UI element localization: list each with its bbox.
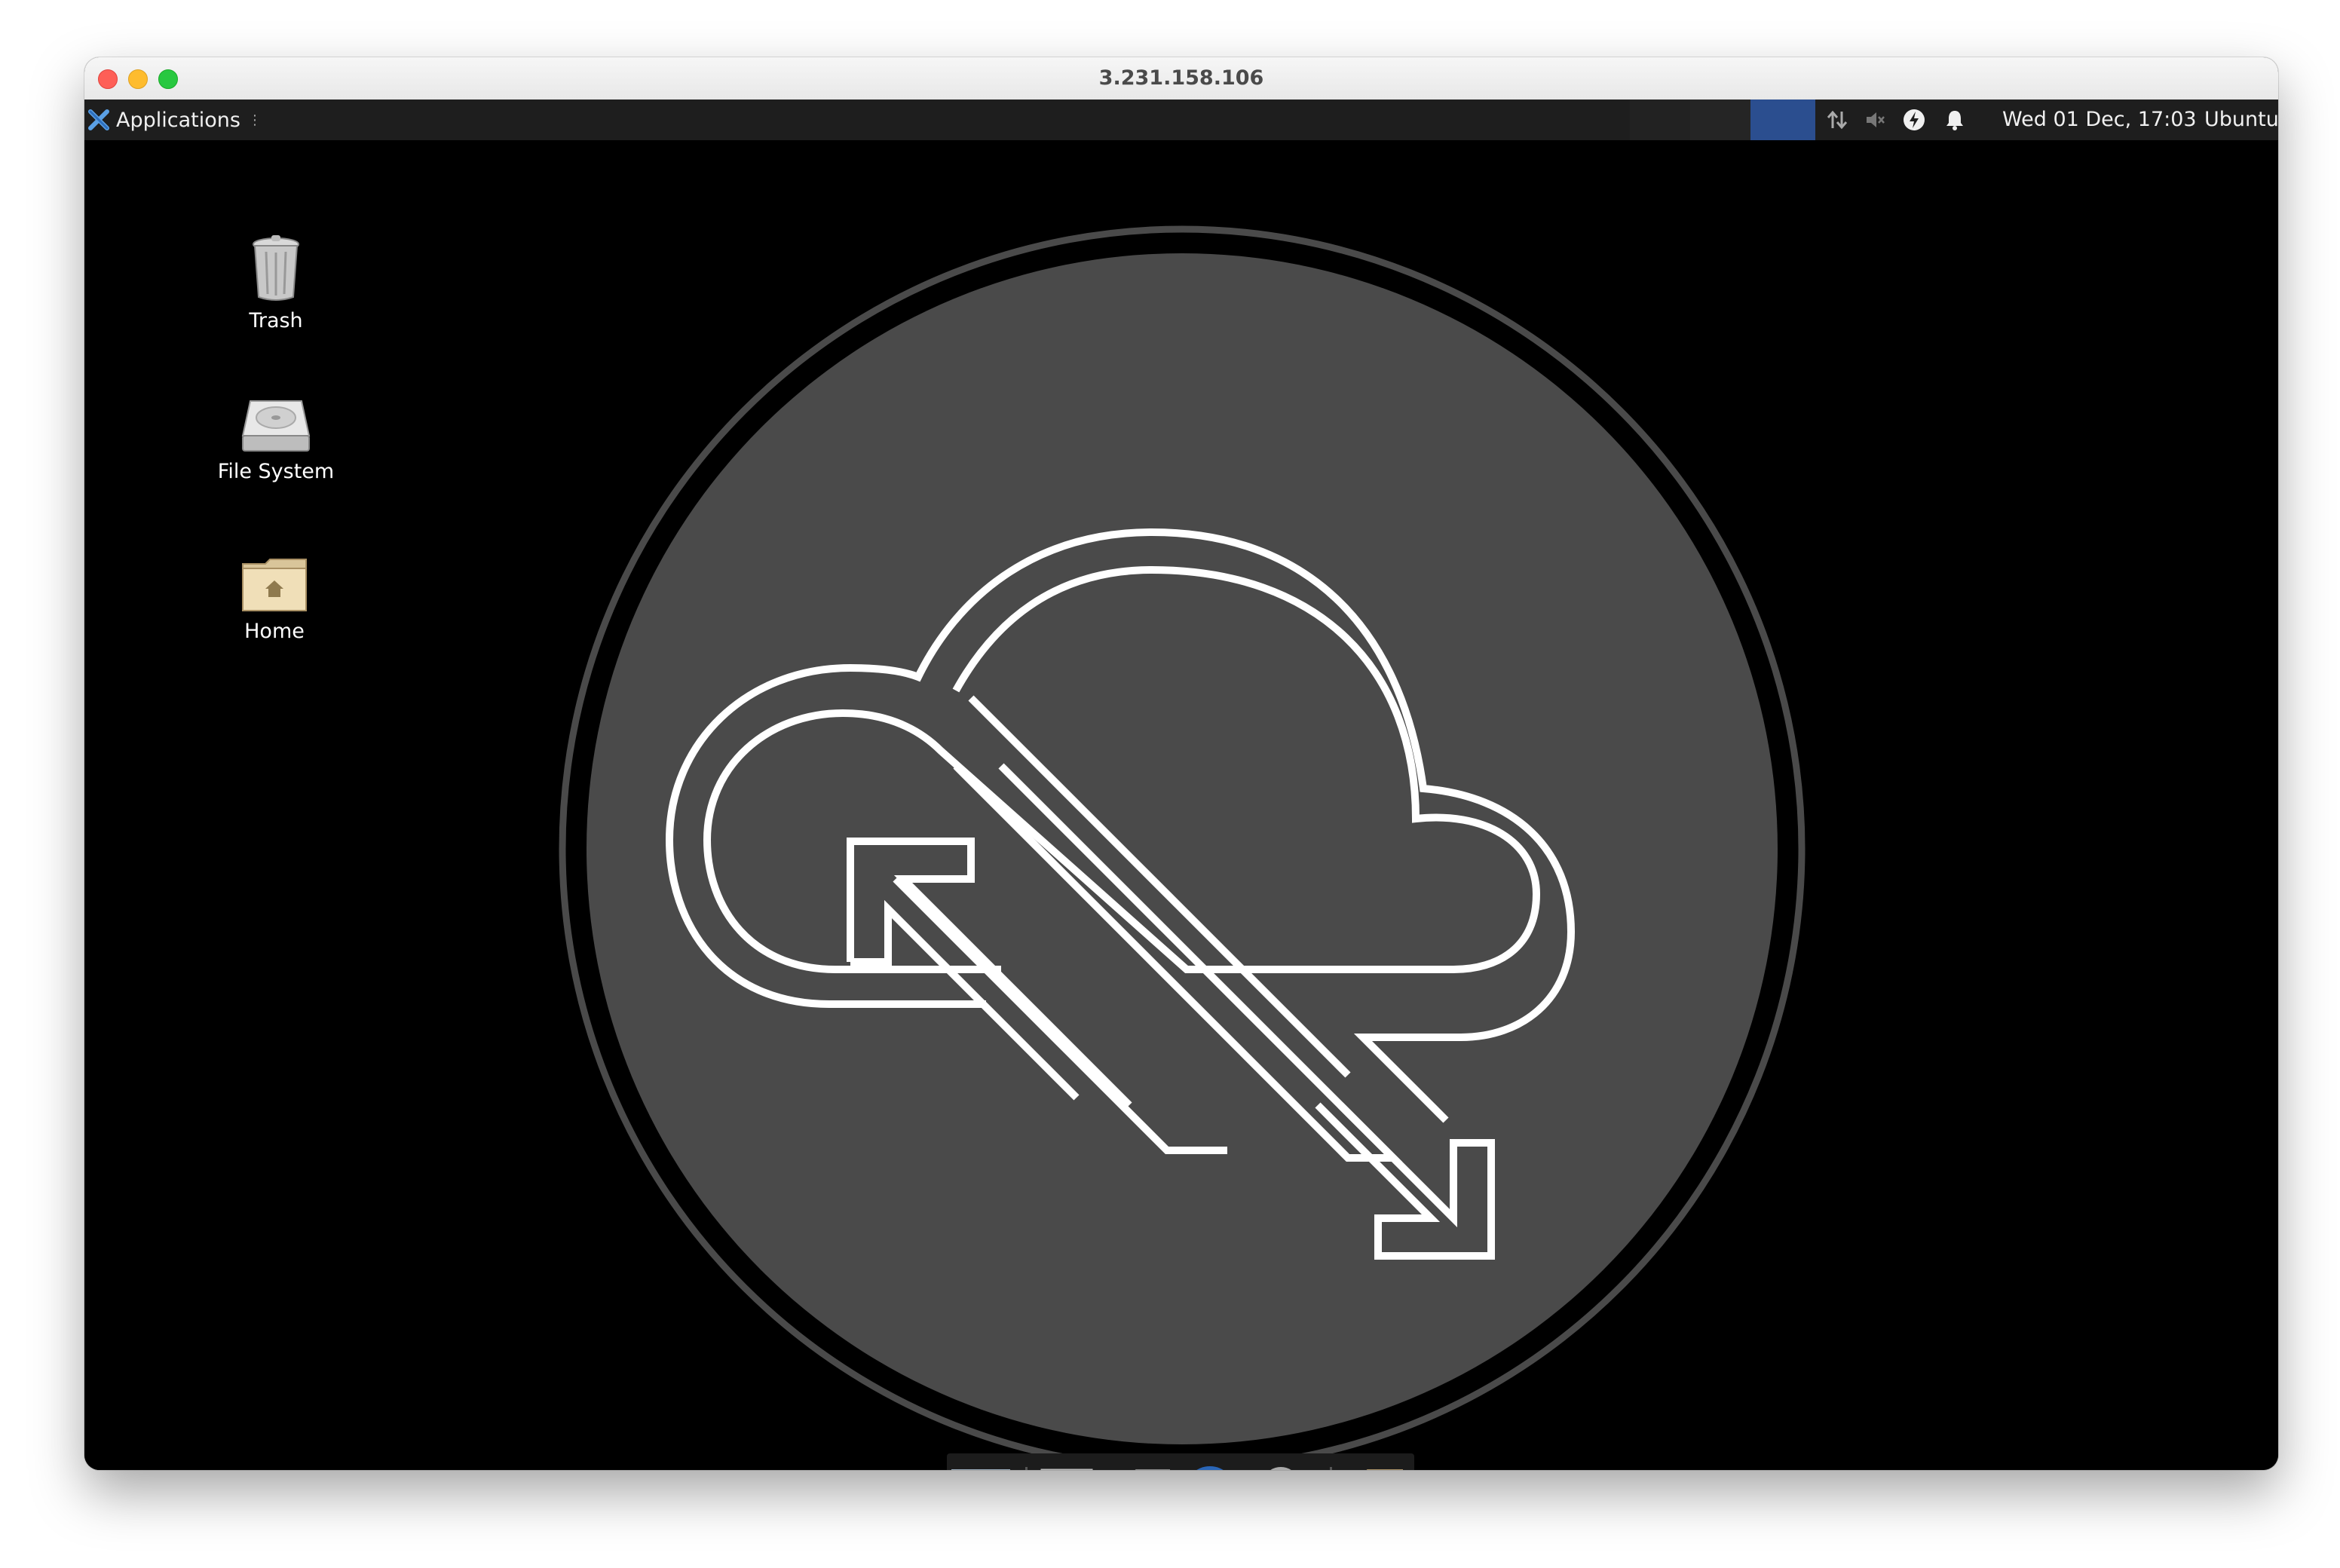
desktop-icon-label: File System	[217, 460, 335, 483]
desktop-icon-trash[interactable]: Trash	[216, 234, 336, 332]
window-titlebar[interactable]: 3.231.158.106	[84, 57, 2278, 100]
desktop-icon-label: Home	[244, 620, 305, 643]
folder-icon	[1366, 1469, 1403, 1470]
network-arrows-icon[interactable]	[1818, 100, 1856, 140]
workspace-active[interactable]	[1750, 100, 1815, 140]
applications-label: Applications	[116, 108, 240, 132]
workspace-1[interactable]	[1630, 100, 1690, 140]
dock-web-browser[interactable]	[1181, 1461, 1245, 1470]
terminal-icon: $	[1040, 1468, 1093, 1470]
dock-terminal[interactable]: $	[1034, 1461, 1099, 1470]
trash-icon	[253, 235, 299, 301]
dock-separator	[1025, 1467, 1028, 1470]
panel-grip-icon: ⋮	[247, 112, 262, 128]
applications-menu[interactable]: Applications ⋮	[87, 100, 262, 140]
desktop[interactable]: Trash File System Home	[84, 140, 2278, 1470]
cloud-sync-logo	[559, 225, 1806, 1470]
workspace-2[interactable]	[1690, 100, 1750, 140]
desktop-icon	[951, 1469, 1010, 1470]
dock-folder[interactable]	[1340, 1461, 1405, 1470]
globe-icon	[1196, 1466, 1224, 1470]
bottom-dock: $	[947, 1453, 1414, 1470]
notification-bell-icon[interactable]	[1936, 100, 1974, 140]
panel-user[interactable]: Ubuntu	[2204, 100, 2278, 140]
volume-muted-icon[interactable]	[1858, 100, 1892, 140]
window-title: 3.231.158.106	[1098, 66, 1264, 90]
dock-app-finder[interactable]	[1256, 1461, 1321, 1470]
remote-desktop-window: 3.231.158.106 Applications ⋮ Wed 01 Dec,…	[84, 57, 2278, 1470]
xfce-logo-icon	[88, 109, 109, 130]
panel-clock[interactable]: Wed 01 Dec, 17:03	[2002, 100, 2197, 140]
desktop-icon-file-system[interactable]: File System	[216, 397, 336, 483]
desktop-icon-home[interactable]: Home	[214, 556, 335, 643]
home-folder-icon	[1135, 1469, 1170, 1470]
magnifier-icon	[1270, 1467, 1291, 1470]
desktop-icon-label: Trash	[249, 309, 303, 332]
dock-file-manager[interactable]	[1108, 1461, 1173, 1470]
power-icon[interactable]	[1895, 100, 1933, 140]
home-folder-icon	[242, 559, 307, 611]
hard-drive-icon	[241, 400, 311, 452]
dock-show-desktop[interactable]	[948, 1461, 1013, 1470]
dock-separator	[1330, 1467, 1332, 1470]
top-panel: Applications ⋮ Wed 01 Dec, 17:03 Ubuntu	[84, 100, 2278, 140]
